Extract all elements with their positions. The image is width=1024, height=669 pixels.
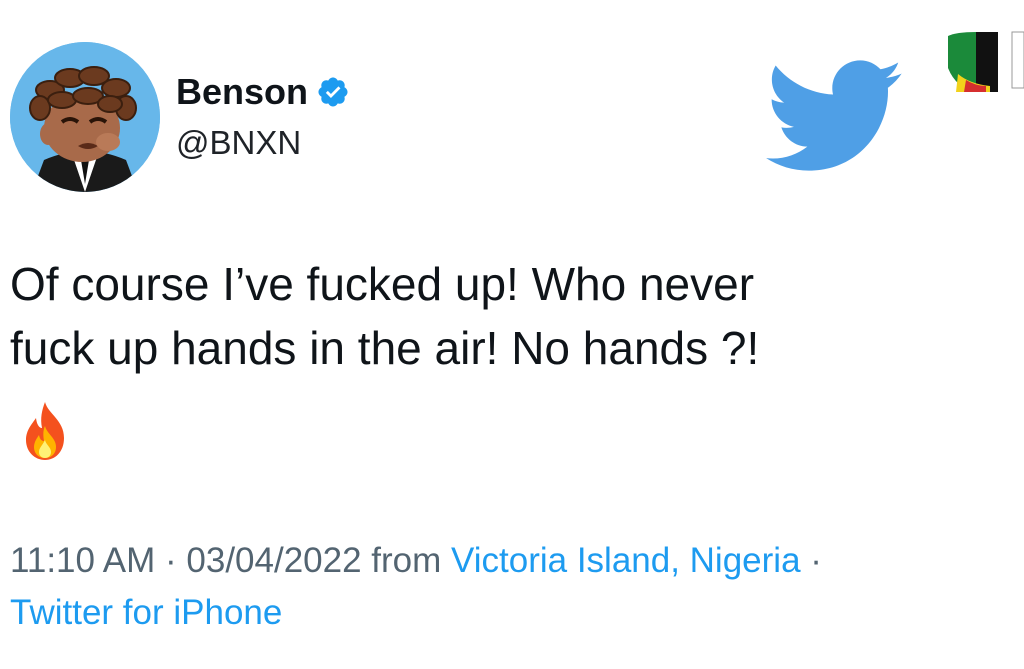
fire-icon <box>20 400 70 462</box>
avatar-illustration <box>10 42 160 192</box>
display-name[interactable]: Benson <box>176 72 308 112</box>
meta-separator: · <box>800 541 822 580</box>
twitter-bird-icon <box>765 60 905 175</box>
handle[interactable]: @BNXN <box>176 124 301 162</box>
tweet-text: Of course I’ve fucked up! Who never fuck… <box>10 252 990 380</box>
author-name-row: Benson <box>176 72 350 112</box>
tweet-meta: 11:10 AM · 03/04/2022 from Victoria Isla… <box>10 538 822 584</box>
tweet-date[interactable]: 03/04/2022 <box>186 541 361 580</box>
tweet-time[interactable]: 11:10 AM <box>10 541 155 580</box>
meta-separator: · <box>155 541 187 580</box>
tweet-text-line: fuck up hands in the air! No hands ?! <box>10 322 760 374</box>
tweet-text-line: Of course I’ve fucked up! Who never <box>10 258 755 310</box>
from-label: from <box>361 541 452 580</box>
tweet-card: Benson @BNXN Of course I’ve fucked up! W… <box>0 0 1024 669</box>
verified-badge-icon <box>316 75 350 109</box>
cropped-image-fragment <box>946 28 1024 92</box>
avatar[interactable] <box>10 42 160 192</box>
location-link[interactable]: Victoria Island, Nigeria <box>451 541 801 580</box>
source-link[interactable]: Twitter for iPhone <box>10 590 282 636</box>
